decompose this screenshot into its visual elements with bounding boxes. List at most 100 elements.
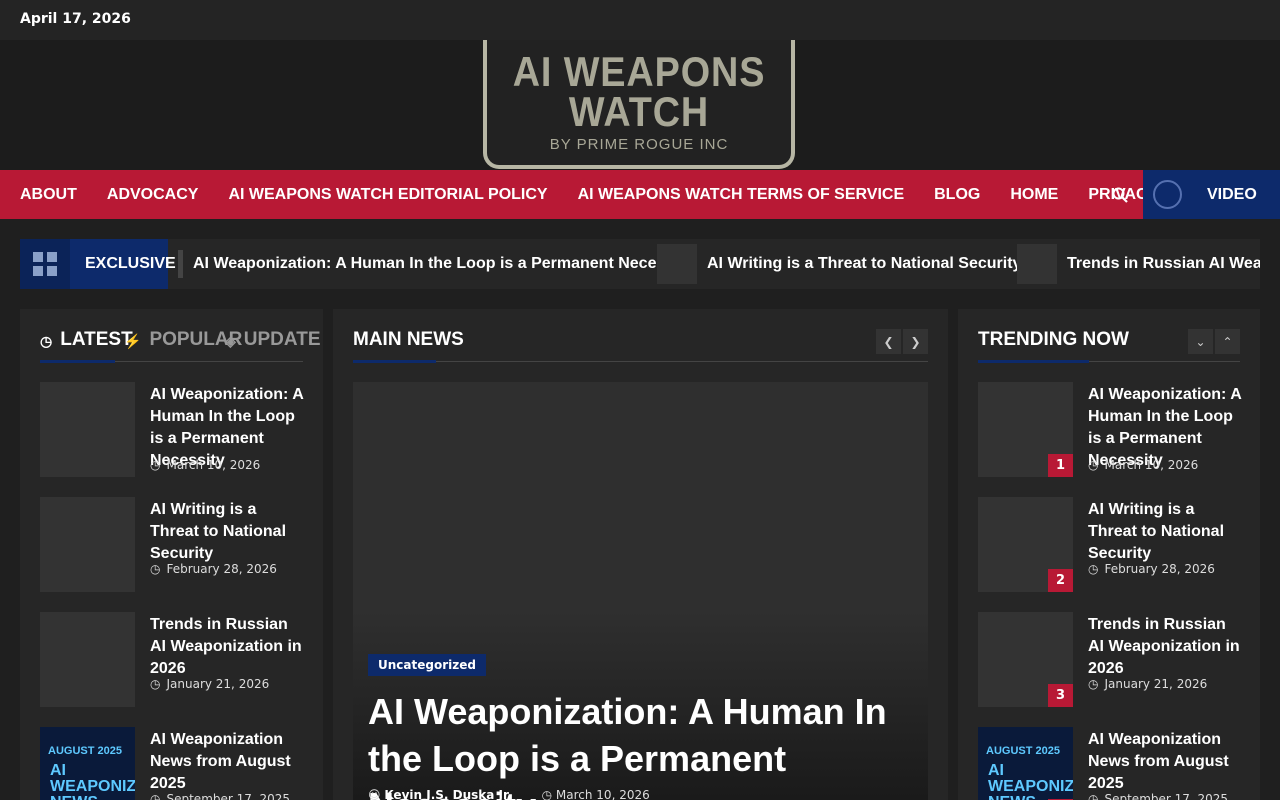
post-thumbnail[interactable] (40, 612, 135, 707)
nav-item-blog[interactable]: BLOG (934, 170, 980, 219)
logo-line-1: AI WEAPONS (512, 48, 766, 95)
up-button[interactable]: ⌃ (1215, 329, 1240, 354)
latest-panel: ◷ LATEST ⚡ POPULAR ◈ UPDATE AI Weaponiza… (20, 309, 323, 800)
post-date-text: March 10, 2026 (1104, 458, 1199, 472)
section-title: MAIN NEWS (353, 329, 464, 350)
list-item[interactable]: AI Writing is a Threat to National Secur… (40, 497, 303, 592)
clock-icon: ◷ (1088, 792, 1099, 800)
post-title[interactable]: Trends in Russian AI Weaponization in 20… (1088, 614, 1243, 680)
category-badge[interactable]: Uncategorized (368, 654, 486, 676)
post-title[interactable]: AI Weaponization News from August 2025 (1088, 729, 1243, 795)
next-button[interactable]: ❯ (903, 329, 928, 354)
site-logo[interactable]: AI WEAPONS WATCH BY PRIME ROGUE INC (483, 40, 795, 169)
clock-icon: ◷ (1088, 562, 1099, 576)
post-title[interactable]: Trends in Russian AI Weaponization in 20… (150, 614, 305, 680)
post-date-text: January 21, 2026 (1104, 677, 1208, 691)
section-divider (353, 361, 928, 362)
post-date-text: March 10, 2026 (555, 788, 650, 800)
section-title: TRENDING NOW (978, 329, 1129, 350)
thumb-text-1: AUGUST 2025 (986, 745, 1060, 757)
ticker-item[interactable]: AI Writing is a Threat to National Secur… (657, 239, 1021, 289)
post-thumbnail[interactable] (40, 497, 135, 592)
clock-icon: ◷ (1088, 458, 1099, 472)
nav-item-terms-of-service[interactable]: AI WEAPONS WATCH TERMS OF SERVICE (578, 170, 905, 219)
featured-post[interactable]: Uncategorized AI Weaponization: A Human … (353, 382, 928, 800)
trending-panel: TRENDING NOW ⌄ ⌃ 1 AI Weaponization: A H… (958, 309, 1260, 800)
clock-icon: ◷ (150, 677, 161, 691)
ticker-item[interactable]: AI Weaponization: A Human In the Loop is… (193, 239, 693, 289)
logo-line-2: WATCH (568, 88, 710, 135)
clock-icon: ◷ (150, 562, 161, 576)
post-date-text: January 21, 2026 (166, 677, 270, 691)
section-underline (978, 360, 1089, 363)
post-date: ◷ February 28, 2026 (150, 562, 277, 576)
fire-icon: ◈ (225, 333, 236, 349)
exclusive-label-box: EXCLUSIVE (20, 239, 176, 289)
clock-icon: ◷ (541, 788, 553, 800)
nav-items: ABOUT ADVOCACY AI WEAPONS WATCH EDITORIA… (20, 170, 1252, 219)
prev-button[interactable]: ❮ (876, 329, 901, 354)
ticker-separator (178, 250, 183, 278)
featured-post-title[interactable]: AI Weaponization: A Human In the Loop is… (368, 688, 918, 800)
tab-update-label: UPDATE (243, 329, 321, 350)
ticker-item[interactable]: Trends in Russian AI Weaponization in 20… (1017, 239, 1260, 289)
post-thumbnail[interactable]: AUGUST 2025 AI WEAPONIZATION NEWS (978, 727, 1073, 800)
video-button[interactable]: VIDEO (1143, 170, 1280, 219)
clock-icon: ◷ (40, 333, 53, 349)
post-title[interactable]: AI Writing is a Threat to National Secur… (1088, 499, 1243, 565)
ticker-item-title: AI Weaponization: A Human In the Loop is… (193, 255, 693, 272)
post-thumbnail[interactable]: AUGUST 2025 AI WEAPONIZATION NEWS (40, 727, 135, 800)
post-title[interactable]: AI Writing is a Threat to National Secur… (150, 499, 305, 565)
down-button[interactable]: ⌄ (1188, 329, 1213, 354)
post-date: ◷ September 17, 2025 (1088, 792, 1228, 800)
nav-item-about[interactable]: ABOUT (20, 170, 77, 219)
ticker-item-title: AI Writing is a Threat to National Secur… (707, 255, 1022, 272)
post-date: ◷ February 28, 2026 (1088, 562, 1215, 576)
search-button[interactable] (1103, 170, 1137, 219)
logo-line-3: BY PRIME ROGUE INC (549, 136, 729, 153)
bolt-icon: ⚡ (124, 333, 142, 349)
list-item[interactable]: 2 AI Writing is a Threat to National Sec… (978, 497, 1241, 592)
post-author[interactable]: Kevin J.S. Duska Jr. (384, 788, 511, 800)
nav-item-home[interactable]: HOME (1010, 170, 1058, 219)
list-item[interactable]: Trends in Russian AI Weaponization in 20… (40, 612, 303, 707)
nav-item-advocacy[interactable]: ADVOCACY (107, 170, 199, 219)
top-bar: April 17, 2026 (0, 0, 1280, 40)
post-title[interactable]: AI Weaponization News from August 2025 (150, 729, 305, 795)
post-date: ◷ March 10, 2026 (1088, 458, 1198, 472)
post-date: ◷ March 10, 2026 (150, 458, 260, 472)
post-date-text: September 17, 2025 (1104, 792, 1229, 800)
ticker-thumbnail (1017, 244, 1057, 284)
tab-latest[interactable]: ◷ LATEST (40, 329, 133, 362)
search-icon (1112, 187, 1128, 203)
chevron-left-icon: ❮ (883, 334, 894, 349)
post-thumbnail[interactable] (40, 382, 135, 477)
post-date-text: March 10, 2026 (166, 458, 261, 472)
post-date-text: September 17, 2025 (166, 792, 291, 800)
panel-tabs: ◷ LATEST ⚡ POPULAR ◈ UPDATE (40, 329, 321, 363)
exclusive-label: EXCLUSIVE (85, 255, 176, 272)
list-item[interactable]: AI Weaponization: A Human In the Loop is… (40, 382, 303, 477)
post-date: ◷ September 17, 2025 (150, 792, 290, 800)
rank-badge: 1 (1048, 454, 1073, 477)
rank-badge: 2 (1048, 569, 1073, 592)
ticker-item-title: Trends in Russian AI Weaponization in 20… (1067, 255, 1260, 272)
tab-update[interactable]: ◈ UPDATE (225, 329, 321, 362)
grid-icon (20, 239, 70, 289)
clock-icon: ◷ (150, 458, 161, 472)
exclusive-ticker: EXCLUSIVE AI Weaponization: A Human In t… (20, 239, 1260, 289)
post-date: ◷ January 21, 2026 (150, 677, 269, 691)
list-item[interactable]: 3 Trends in Russian AI Weaponization in … (978, 612, 1241, 707)
nav-item-editorial-policy[interactable]: AI WEAPONS WATCH EDITORIAL POLICY (228, 170, 547, 219)
list-item[interactable]: 1 AI Weaponization: A Human In the Loop … (978, 382, 1241, 477)
chevron-down-icon: ⌄ (1195, 334, 1206, 349)
post-date-text: February 28, 2026 (166, 562, 277, 576)
user-icon: ☺ (368, 788, 381, 800)
section-underline (353, 360, 436, 363)
video-label: VIDEO (1207, 186, 1257, 203)
list-item[interactable]: AUGUST 2025 AI WEAPONIZATION NEWS AI Wea… (40, 727, 303, 800)
chevron-right-icon: ❯ (910, 334, 921, 349)
ticker-thumbnail (657, 244, 697, 284)
list-item[interactable]: AUGUST 2025 AI WEAPONIZATION NEWS 4 AI W… (978, 727, 1241, 800)
thumb-text-2: AI WEAPONIZATION NEWS (988, 762, 1073, 800)
